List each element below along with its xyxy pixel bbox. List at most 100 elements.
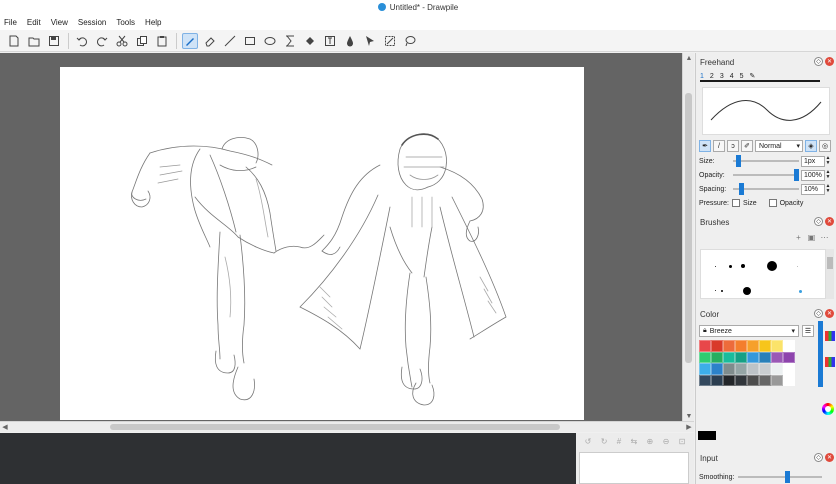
color-swatch[interactable] (747, 340, 759, 352)
smoothing-slider[interactable] (738, 471, 823, 483)
brush-preset[interactable] (741, 264, 745, 268)
color-swatch[interactable] (735, 351, 747, 363)
preset-tab-1[interactable]: 1 (700, 73, 704, 80)
color-swatch[interactable] (759, 340, 771, 352)
drawing-canvas[interactable] (60, 67, 584, 420)
color-swatch[interactable] (711, 363, 723, 375)
menu-file[interactable]: File (4, 18, 17, 27)
brush-list[interactable] (700, 249, 826, 299)
color-swatch[interactable] (759, 351, 771, 363)
horizontal-scroll-thumb[interactable] (110, 424, 560, 430)
ellipse-icon[interactable] (262, 33, 278, 49)
pressure-opacity-checkbox[interactable] (768, 199, 777, 207)
float-icon[interactable]: ◇ (814, 453, 823, 462)
redo-icon[interactable] (94, 33, 110, 49)
color-swatch[interactable] (783, 363, 795, 375)
spacing-slider[interactable] (733, 183, 799, 195)
scroll-right-arrow-icon[interactable]: ▶ (684, 422, 694, 432)
brush-preset[interactable] (743, 287, 751, 295)
canvas-view[interactable] (0, 53, 682, 421)
eraser-icon[interactable] (202, 33, 218, 49)
color-swatch[interactable] (723, 374, 735, 386)
save-brush-icon[interactable]: ▣ (807, 233, 816, 242)
save-icon[interactable] (46, 33, 62, 49)
incremental-icon[interactable]: ◈ (805, 140, 817, 152)
cut-icon[interactable] (114, 33, 130, 49)
color-swatch[interactable] (735, 374, 747, 386)
brush-preset[interactable] (799, 290, 802, 293)
copy-icon[interactable] (134, 33, 150, 49)
opacity-slider[interactable] (733, 169, 799, 181)
spacing-value[interactable]: 10% (801, 183, 825, 195)
color-swatch[interactable] (747, 374, 759, 386)
color-swatch[interactable] (783, 340, 795, 352)
menu-edit[interactable]: Edit (27, 18, 41, 27)
menu-session[interactable]: Session (78, 18, 106, 27)
float-icon[interactable]: ◇ (814, 217, 823, 226)
brush-preset[interactable] (729, 265, 732, 268)
eraser-preset-icon[interactable]: ✎ (750, 72, 756, 80)
brush-preset[interactable] (797, 266, 798, 267)
antialias-icon[interactable]: ◎ (819, 140, 831, 152)
palette-mode-icon[interactable] (825, 331, 835, 341)
float-icon[interactable]: ◇ (814, 57, 823, 66)
close-icon[interactable]: ✕ (825, 309, 834, 318)
size-slider[interactable] (733, 155, 799, 167)
close-icon[interactable]: ✕ (825, 57, 834, 66)
size-value[interactable]: 1px (801, 155, 825, 167)
brush-scroll-thumb[interactable] (827, 257, 833, 269)
color-swatch[interactable] (699, 374, 711, 386)
color-swatch[interactable] (771, 363, 783, 375)
gradient-icon[interactable] (282, 33, 298, 49)
scroll-up-arrow-icon[interactable]: ▲ (683, 53, 695, 63)
close-icon[interactable]: ✕ (825, 217, 834, 226)
fit-icon[interactable]: ⊡ (679, 437, 686, 446)
pen-mode-icon[interactable]: ✒ (699, 140, 711, 152)
color-swatch[interactable] (735, 363, 747, 375)
vertical-scroll-thumb[interactable] (685, 93, 692, 363)
brush-preset[interactable] (767, 261, 777, 271)
open-icon[interactable] (26, 33, 42, 49)
preset-tab-4[interactable]: 4 (730, 73, 734, 80)
rotate-right-icon[interactable]: ↻ (601, 437, 608, 446)
spacing-spinner[interactable]: ▲ ▼ (825, 184, 831, 195)
color-swatch[interactable] (783, 351, 795, 363)
add-brush-icon[interactable]: + (794, 233, 803, 242)
scroll-down-arrow-icon[interactable]: ▼ (683, 411, 695, 421)
brush-preset[interactable] (715, 290, 716, 291)
brush-preset[interactable] (715, 266, 716, 267)
text-icon[interactable] (322, 33, 338, 49)
color-swatch[interactable] (711, 374, 723, 386)
color-swatch[interactable] (771, 340, 783, 352)
zoom-in-icon[interactable]: ⊕ (647, 437, 654, 446)
color-swatch[interactable] (747, 363, 759, 375)
rotate-left-icon[interactable]: ↺ (585, 437, 592, 446)
color-swatch[interactable] (723, 340, 735, 352)
blend-mode-select[interactable]: Normal ▾ (755, 140, 803, 152)
opacity-value[interactable]: 100% (801, 169, 825, 181)
color-swatch[interactable] (759, 363, 771, 375)
line-icon[interactable] (222, 33, 238, 49)
color-swatch[interactable] (699, 351, 711, 363)
brush-mode-icon[interactable]: / (713, 140, 725, 152)
brush-preset[interactable] (721, 290, 723, 292)
scroll-left-arrow-icon[interactable]: ◀ (0, 422, 10, 432)
rectangle-icon[interactable] (242, 33, 258, 49)
menu-help[interactable]: Help (145, 18, 161, 27)
current-color-swatch[interactable] (698, 431, 716, 440)
color-value-strip[interactable] (818, 321, 823, 387)
size-spinner[interactable]: ▲ ▼ (825, 156, 831, 167)
zoom-out-icon[interactable]: ⊖ (663, 437, 670, 446)
color-wheel-icon[interactable] (822, 403, 834, 415)
brush-menu-icon[interactable]: ⋯ (820, 233, 829, 242)
color-swatch[interactable] (735, 340, 747, 352)
undo-icon[interactable] (74, 33, 90, 49)
canvas-vertical-scrollbar[interactable]: ▲ ▼ (682, 53, 694, 421)
navigator-preview[interactable] (579, 452, 689, 484)
size-slider-handle[interactable] (736, 155, 741, 167)
color-swatch[interactable] (783, 374, 795, 386)
pointer-icon[interactable] (362, 33, 378, 49)
color-swatch[interactable] (699, 340, 711, 352)
fill-icon[interactable] (302, 33, 318, 49)
opacity-slider-handle[interactable] (794, 169, 799, 181)
